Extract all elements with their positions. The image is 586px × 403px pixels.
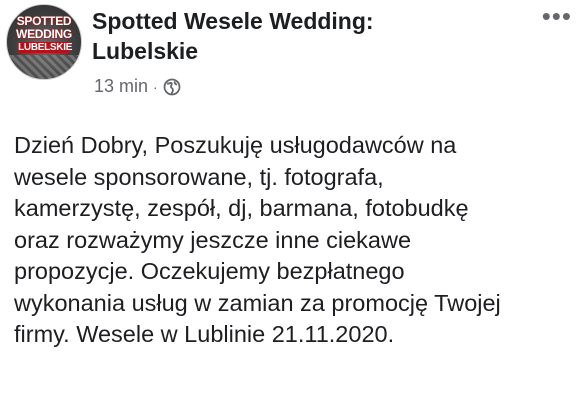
post-body-line: Dzień Dobry, Poszukuję usługodawców na: [14, 132, 457, 158]
globe-icon[interactable]: [163, 78, 181, 96]
post-body-line: wykonania usług w zamian za promocję Two…: [14, 289, 501, 316]
post-body-line: propozycje. Oczekujemy bezpłatnego: [14, 258, 405, 284]
avatar-logo-text-line1: SPOTTED: [16, 14, 72, 28]
post-body-line: wesele sponsorowane, tj. fotografa,: [14, 163, 384, 190]
avatar-logo-text-line3: LUBELSKIE: [18, 42, 73, 53]
post-meta: 13 min ·: [94, 76, 181, 97]
page-avatar[interactable]: SPOTTED WEDDING LUBELSKIE: [6, 4, 82, 80]
page-name-link[interactable]: Spotted Wesele Wedding: Lubelskie: [92, 6, 492, 66]
more-options-icon[interactable]: •••: [542, 3, 572, 29]
post-timestamp[interactable]: 13 min: [94, 76, 148, 97]
avatar-background-pattern: [7, 55, 81, 79]
post-body-text: Dzień Dobry, Poszukuję usługodawców na w…: [14, 130, 580, 351]
post-body-line: kamerzystę, zespół, dj, barmana, fotobud…: [14, 195, 469, 221]
facebook-post: SPOTTED WEDDING LUBELSKIE Spotted Wesele…: [0, 0, 586, 403]
meta-separator: ·: [153, 78, 158, 95]
page-name-line2: Lubelskie: [92, 38, 199, 64]
post-body-line: oraz rozważymy jeszcze inne ciekawe: [14, 226, 412, 253]
page-name-line1: Spotted Wesele Wedding:: [92, 8, 374, 34]
avatar-logo-text-line2: WEDDING: [16, 27, 72, 41]
post-body-line: firmy. Wesele w Lublinie 21.11.2020.: [14, 321, 395, 347]
